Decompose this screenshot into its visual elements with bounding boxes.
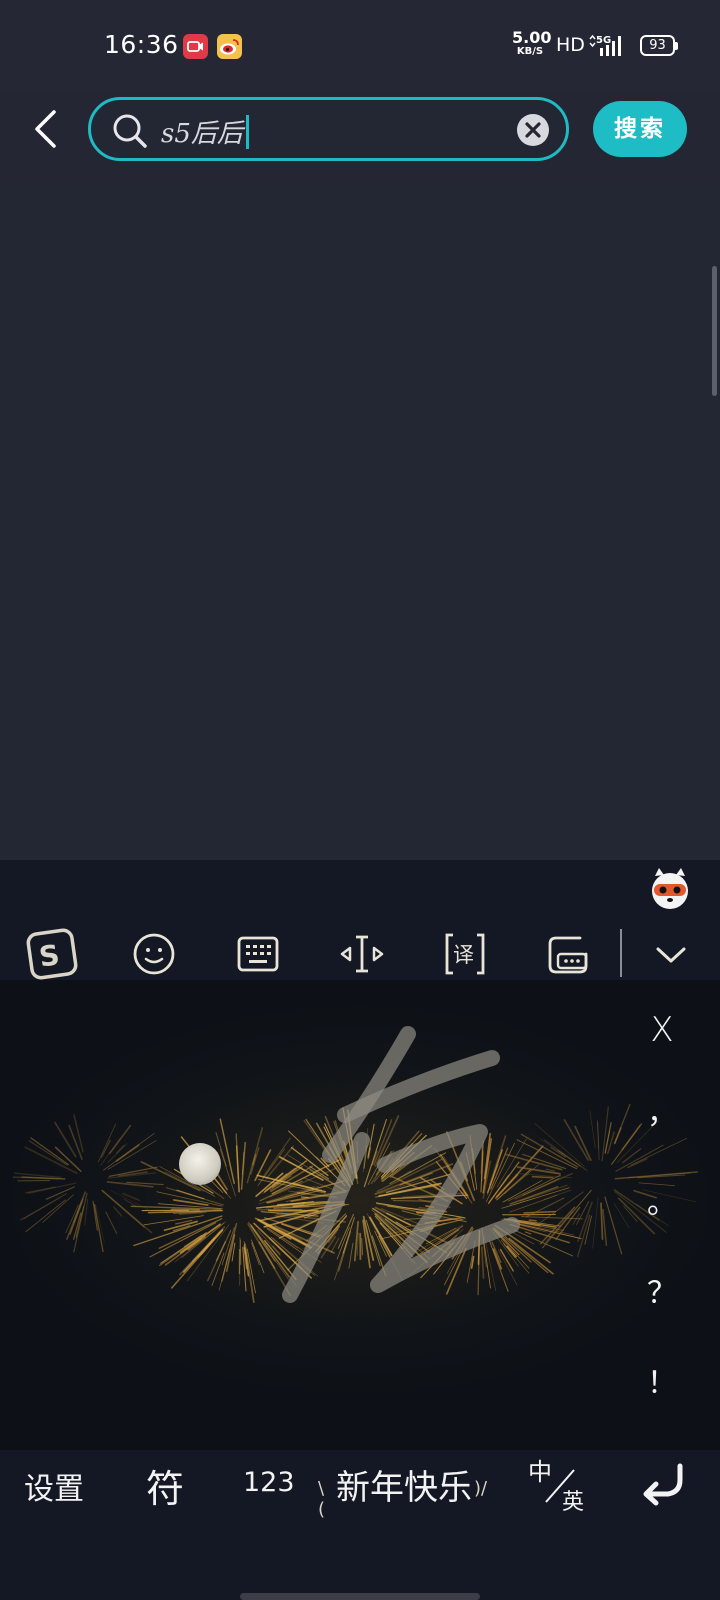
cursor-move-icon[interactable] [332, 924, 392, 984]
phrase-decor-right: )/ [474, 1478, 488, 1499]
search-query[interactable]: s5后后 [161, 113, 249, 150]
keyboard-icon[interactable] [228, 924, 288, 984]
search-results-area [0, 184, 720, 860]
weibo-icon [217, 34, 242, 59]
phrase-label: 新年快乐 [336, 1468, 472, 1508]
status-time: 16:36 [104, 30, 179, 59]
status-bar: 16:36 5.00 KB/S HD 5G 93 [0, 0, 720, 92]
punct-x-key[interactable]: X [644, 1010, 680, 1050]
sogou-logo-icon[interactable]: S [22, 924, 82, 984]
collapse-keyboard-button[interactable] [641, 924, 701, 984]
stylus-dot [179, 1143, 221, 1185]
hd-indicator: HD [556, 34, 585, 56]
chevron-down-icon [656, 947, 686, 963]
search-icon [113, 114, 147, 148]
ime-keyboard: S 译 X ， 。 ？ ！ 设置 符 123 \(新年快乐)/ 中 英 [0, 860, 720, 1600]
scrollbar[interactable] [712, 266, 717, 396]
home-indicator[interactable] [240, 1593, 480, 1600]
phrase-decor-left: \( [318, 1478, 326, 1520]
mascot-icon[interactable] [650, 866, 690, 912]
clear-search-button[interactable] [517, 114, 549, 146]
symbols-key[interactable]: 符 [146, 1458, 184, 1513]
back-arrow-icon [35, 110, 56, 148]
enter-icon [643, 1463, 683, 1506]
translate-icon[interactable]: 译 [435, 924, 495, 984]
search-input[interactable]: s5后后 [88, 97, 569, 161]
close-icon [525, 122, 541, 138]
lang-en-label: 英 [562, 1490, 585, 1515]
text-caret [245, 115, 249, 149]
screen-record-icon [183, 34, 208, 59]
toolbar-divider [620, 929, 622, 977]
clipboard-icon[interactable] [538, 924, 598, 984]
svg-text:S: S [37, 938, 62, 973]
enter-key[interactable] [636, 1458, 692, 1508]
punct-comma-key[interactable]: ， [644, 1088, 680, 1132]
signal-5g-icon: 5G [588, 33, 632, 59]
back-button[interactable] [28, 104, 68, 154]
network-speed: 5.00 KB/S [512, 28, 552, 57]
svg-text:5G: 5G [596, 35, 611, 46]
punct-question-key[interactable]: ？ [644, 1268, 680, 1312]
punct-period-key[interactable]: 。 [644, 1178, 680, 1222]
handwriting-pad[interactable]: X ， 。 ？ ！ [0, 980, 720, 1450]
numbers-key[interactable]: 123 [243, 1467, 295, 1498]
search-button[interactable]: 搜索 [593, 101, 687, 157]
emoji-icon[interactable] [124, 924, 184, 984]
language-switch-key[interactable]: 中 英 [524, 1452, 596, 1516]
svg-text:译: 译 [453, 943, 474, 967]
settings-key[interactable]: 设置 [24, 1464, 84, 1508]
punct-exclaim-key[interactable]: ！ [644, 1358, 680, 1402]
battery-indicator: 93 [640, 35, 678, 56]
handwriting-stroke [282, 1026, 520, 1303]
